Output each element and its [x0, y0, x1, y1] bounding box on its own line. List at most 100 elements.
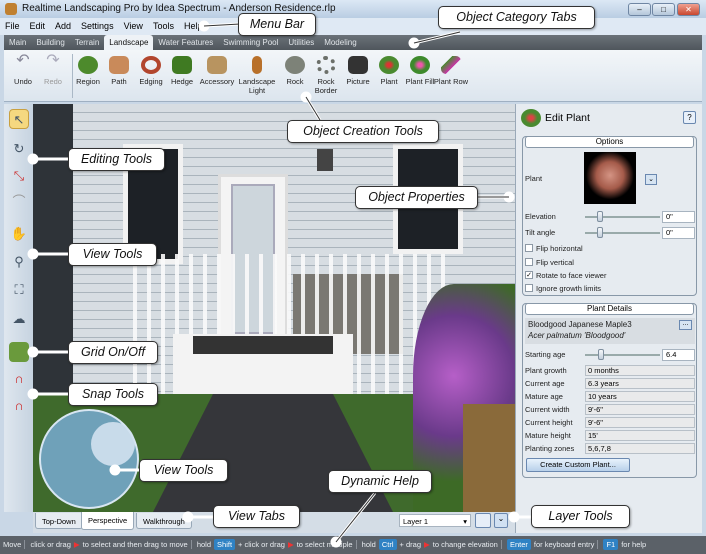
orbit-icon[interactable]: ☁ [9, 309, 29, 329]
region-icon [78, 56, 98, 74]
layer-menu-button[interactable]: ⌄ [494, 513, 508, 528]
plant-icon [521, 109, 541, 127]
tool-hedge[interactable]: Hedge [163, 56, 201, 86]
dropdown-arrow-icon: ▾ [463, 517, 467, 526]
flip-horizontal-checkbox[interactable] [525, 244, 533, 252]
callout-grid: Grid On/Off [68, 341, 158, 364]
tab-perspective[interactable]: Perspective [81, 512, 135, 530]
object-toolbar: ↶ Undo ↷ Redo Region Path Edging Hedge Acc… [4, 50, 702, 102]
starting-age-slider[interactable] [585, 354, 660, 356]
menu-edit[interactable]: Edit [25, 18, 51, 31]
plant-dropdown-button[interactable]: ⌄ [645, 174, 657, 185]
resize-icon[interactable]: ⤡ [9, 166, 29, 186]
ctrl-key: Ctrl [378, 539, 397, 550]
layers-icon[interactable] [475, 513, 491, 528]
options-header: Options [525, 136, 694, 148]
starting-age-thumb[interactable] [598, 349, 604, 360]
tool-plant-row[interactable]: Plant Row [432, 56, 470, 86]
tab-top-down[interactable]: Top-Down [35, 513, 83, 529]
detail-label: Plant growth [525, 366, 567, 375]
tab-swimming-pool[interactable]: Swimming Pool [218, 35, 283, 50]
rotate-icon[interactable]: ↻ [9, 139, 29, 159]
pan-hand-icon[interactable]: ✋ [9, 224, 29, 244]
app-icon [5, 3, 17, 15]
callout-menu-bar: Menu Bar [238, 13, 316, 36]
bench-icon [207, 56, 227, 74]
detail-value: 0 months [585, 365, 695, 376]
zoom-extents-icon[interactable]: ⛶ [9, 280, 29, 300]
tab-modeling[interactable]: Modeling [319, 35, 361, 50]
maximize-button[interactable]: □ [652, 3, 675, 16]
undo-icon: ↶ [16, 52, 30, 69]
snap-options-icon[interactable]: ∩ [9, 396, 29, 416]
hedge-icon [172, 56, 192, 74]
layer-select[interactable]: Layer 1 ▾ [399, 514, 471, 527]
menu-bar: File Edit Add Settings View Tools Help [0, 18, 706, 35]
callout-view-tools-left: View Tools [68, 243, 157, 266]
callout-view-tabs: View Tabs [213, 505, 300, 528]
callout-editing-tools: Editing Tools [68, 148, 165, 171]
panel-title: Edit Plant [545, 112, 590, 124]
help-button[interactable]: ? [683, 111, 696, 124]
tab-walkthrough[interactable]: Walkthrough [136, 513, 192, 529]
detail-label: Current age [525, 379, 565, 388]
rock-icon [285, 56, 305, 74]
tilt-input[interactable]: 0" [662, 227, 695, 239]
detail-label: Current height [525, 418, 573, 427]
f1-key: F1 [603, 539, 619, 550]
tilt-slider-thumb[interactable] [597, 227, 603, 238]
callout-layer-tools: Layer Tools [531, 505, 630, 528]
redo-button[interactable]: ↷ Redo [34, 53, 72, 87]
create-custom-plant-button[interactable]: Create Custom Plant... [526, 458, 630, 472]
minimize-button[interactable]: ‒ [628, 3, 651, 16]
properties-panel: Edit Plant ? Options Plant ⌄ Elevation 0… [515, 104, 702, 533]
menu-settings[interactable]: Settings [76, 18, 119, 31]
tool-accessory[interactable]: Accessory [198, 56, 236, 86]
plant-details-header: Plant Details [525, 303, 694, 315]
rock-border-icon [316, 56, 336, 74]
grid-icon[interactable] [9, 342, 29, 362]
callout-dynamic-help: Dynamic Help [328, 470, 432, 493]
menu-file[interactable]: File [0, 18, 25, 31]
tab-water-features[interactable]: Water Features [153, 35, 218, 50]
elevation-slider-thumb[interactable] [597, 211, 603, 222]
menu-tools[interactable]: Tools [148, 18, 179, 31]
select-arrow-icon[interactable]: ↖ [9, 109, 29, 129]
close-button[interactable]: ✕ [677, 3, 700, 16]
plant-row-icon [441, 56, 461, 74]
edging-icon [141, 56, 161, 74]
botanical-name: Acer palmatum 'Bloodgood' [528, 331, 626, 340]
starting-age-input[interactable]: 6.4 [662, 349, 695, 361]
tab-terrain[interactable]: Terrain [70, 35, 104, 50]
tab-utilities[interactable]: Utilities [283, 35, 319, 50]
lamp-icon [252, 56, 262, 74]
tool-landscape-light[interactable]: Landscape Light [238, 56, 276, 95]
mouse-icon: ▶ [73, 540, 80, 549]
tab-main[interactable]: Main [4, 35, 31, 50]
flip-vertical-checkbox[interactable] [525, 258, 533, 266]
curve-icon[interactable]: ⌒ [9, 192, 29, 212]
shift-key: Shift [214, 539, 236, 550]
menu-view[interactable]: View [119, 18, 148, 31]
browse-plant-button[interactable]: ... [679, 320, 692, 330]
callout-object-properties: Object Properties [355, 186, 478, 209]
nav-zoom-icon[interactable] [91, 422, 135, 466]
elevation-input[interactable]: 0" [662, 211, 695, 223]
detail-value: 5,6,7,8 [585, 443, 695, 454]
rotate-to-face-viewer-checkbox[interactable]: ✓ [525, 271, 533, 279]
plant-name: Bloodgood Japanese Maple3 [528, 320, 632, 329]
zoom-icon[interactable]: ⚲ [9, 252, 29, 272]
detail-label: Mature age [525, 392, 563, 401]
detail-value: 9'-6" [585, 404, 695, 415]
tab-building[interactable]: Building [31, 35, 69, 50]
tab-landscape[interactable]: Landscape [104, 35, 154, 50]
title-bar: Realtime Landscaping Pro by Idea Spectru… [0, 0, 706, 18]
menu-help[interactable]: Help [179, 18, 208, 31]
menu-add[interactable]: Add [50, 18, 76, 31]
enter-key: Enter [506, 539, 531, 550]
mouse-icon: ▶ [424, 540, 430, 549]
ignore-growth-limits-checkbox[interactable] [525, 284, 533, 292]
camera-icon [348, 56, 368, 74]
plant-thumbnail[interactable] [584, 152, 636, 204]
snap-magnet-icon[interactable]: ∩ [9, 369, 29, 389]
